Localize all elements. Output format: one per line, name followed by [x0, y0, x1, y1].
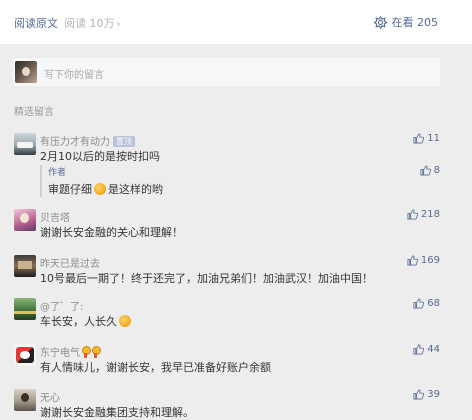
reply-author: 作者 — [48, 168, 67, 178]
like-count: 68 — [427, 298, 440, 309]
comment-nickname: 东宁电气 — [40, 344, 101, 359]
avatar — [14, 209, 36, 231]
comment-nickname: @了゛了: — [40, 302, 84, 313]
like-button[interactable]: 39 — [413, 389, 440, 400]
reply-like-button[interactable]: 8 — [420, 165, 440, 176]
like-button[interactable]: 218 — [407, 209, 440, 220]
comment-nickname: 昨天已是过去 — [40, 259, 100, 270]
medal-icon — [91, 346, 101, 358]
comment-nickname: 贝吉塔 — [40, 213, 70, 224]
article-footer-bar: 阅读原文 阅读 10万 › 在看 205 — [0, 0, 472, 44]
like-button[interactable]: 44 — [413, 344, 440, 355]
avatar — [14, 298, 36, 320]
read-count: 阅读 10万 › — [64, 15, 121, 31]
comment-text: 车长安，人长久 — [40, 313, 133, 329]
read-original-link[interactable]: 阅读原文 — [14, 15, 58, 31]
avatar — [15, 61, 37, 83]
comment-nickname: 无心 — [40, 393, 60, 404]
thumbs-up-icon — [420, 165, 431, 176]
like-count: 39 — [427, 389, 440, 400]
comment-nickname-text: 有压力才有动力 — [40, 137, 110, 148]
comment-placeholder: 写下你的留言 — [44, 70, 104, 81]
comment-nickname-text: 东宁电气 — [40, 348, 80, 359]
read-count-label: 阅读 10万 — [64, 17, 115, 30]
section-title: 精选留言 — [14, 107, 54, 118]
medal-icon — [81, 346, 91, 358]
looking-flower-icon — [373, 15, 387, 29]
thumbs-up-icon — [407, 255, 418, 266]
thumbs-up-icon — [407, 209, 418, 220]
like-count: 44 — [427, 344, 440, 355]
comment-text-body: 车长安，人长久 — [40, 315, 117, 328]
comment-nickname: 有压力才有动力 置顶 — [40, 133, 135, 148]
avatar — [14, 344, 36, 366]
like-button[interactable]: 11 — [413, 133, 440, 144]
ok-hand-icon — [94, 183, 106, 195]
thumbs-up-icon — [413, 133, 425, 144]
comment-text: 有人情味儿，谢谢长安，我早已准备好账户余额 — [40, 361, 271, 374]
chevron-right-icon: › — [116, 19, 121, 30]
thumbs-up-emoji-icon — [119, 315, 131, 327]
reply-text: 审题仔细 是这样的哟 — [48, 181, 440, 197]
looking-count: 在看 205 — [391, 16, 439, 29]
pinned-badge: 置顶 — [113, 136, 135, 147]
comment-text: 2月10以后的是按时扣吗 — [40, 150, 160, 163]
like-button[interactable]: 169 — [407, 255, 440, 266]
avatar — [14, 133, 36, 155]
write-comment-box[interactable]: 写下你的留言 — [13, 58, 440, 86]
thumbs-up-icon — [413, 298, 425, 309]
like-count: 11 — [427, 133, 440, 144]
reply-text-end: 是这样的哟 — [108, 183, 163, 196]
like-count: 218 — [420, 209, 440, 220]
thumbs-up-icon — [413, 389, 425, 400]
avatar — [14, 389, 36, 411]
like-button[interactable]: 68 — [413, 298, 440, 309]
avatar — [14, 255, 36, 277]
author-reply: 作者 审题仔细 是这样的哟 — [40, 165, 440, 197]
thumbs-up-icon — [413, 344, 425, 355]
comment-text: 10号最后一期了！终于还完了，加油兄弟们！加油武汉！加油中国！ — [40, 272, 373, 285]
looking-button[interactable]: 在看 205 — [373, 14, 439, 30]
comment-text: 谢谢长安金融的关心和理解！ — [40, 226, 183, 239]
comment-text: 谢谢长安金融集团支持和理解。 — [40, 406, 194, 419]
like-count: 8 — [433, 165, 440, 176]
like-count: 169 — [420, 255, 440, 266]
reply-text-start: 审题仔细 — [48, 183, 92, 196]
